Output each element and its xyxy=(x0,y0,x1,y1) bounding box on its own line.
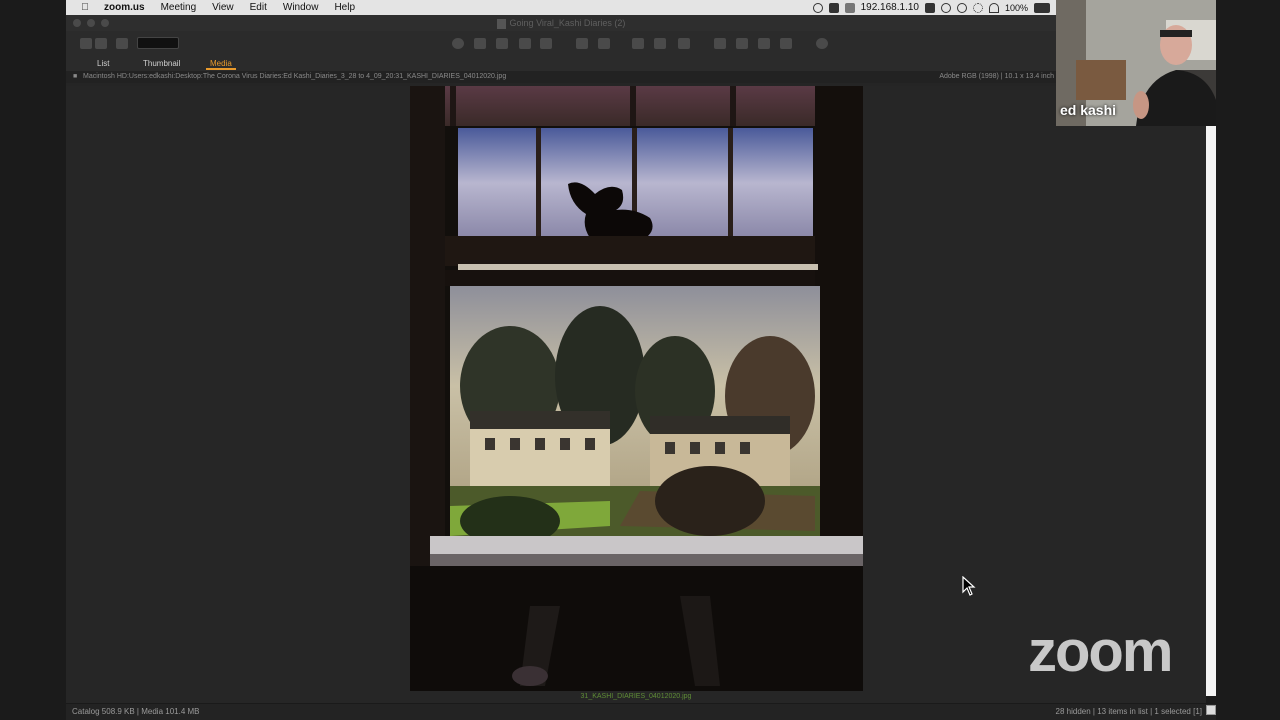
menu-meeting[interactable]: Meeting xyxy=(153,2,205,13)
media-viewer xyxy=(66,86,1206,706)
crop-icon[interactable] xyxy=(714,38,726,49)
s-icon[interactable] xyxy=(828,2,839,13)
view-tabs: List Thumbnail Media xyxy=(66,57,1056,71)
participant-name: ed kashi xyxy=(1060,102,1117,118)
screen:  zoom.us Meeting View Edit Window Help … xyxy=(0,0,1280,720)
image-metadata: Adobe RGB (1998) | 10.1 x 13.4 inch xyxy=(939,73,1054,80)
forward-arrow-icon[interactable] xyxy=(95,38,107,49)
left-black-strip xyxy=(0,0,66,720)
traffic-lights xyxy=(73,19,109,27)
tab-thumbnail[interactable]: Thumbnail xyxy=(143,59,180,68)
mac-menu-bar:  zoom.us Meeting View Edit Window Help … xyxy=(66,0,1056,15)
menu-extras: 192.168.1.10 100% xyxy=(812,2,1056,13)
home-icon[interactable] xyxy=(116,38,128,49)
window-titlebar: Going Viral_Kashi Diaries (2) xyxy=(66,15,1056,31)
photo-illustration xyxy=(410,86,863,691)
document-icon xyxy=(496,18,506,29)
tag-icon[interactable] xyxy=(598,38,610,49)
file-path: Macintosh HD:Users:edkashi:Desktop:The C… xyxy=(83,73,507,80)
battery-icon[interactable] xyxy=(1034,2,1050,13)
chart-icon[interactable] xyxy=(654,38,666,49)
trash-icon[interactable] xyxy=(496,38,508,49)
current-filename: 31_KASHI_DIARIES_04012020.jpg xyxy=(580,693,692,700)
window-title: Going Viral_Kashi Diaries (2) xyxy=(509,18,626,28)
status-bar: Catalog 508.9 KB | Media 101.4 MB 28 hid… xyxy=(66,703,1216,720)
status-icon[interactable] xyxy=(812,2,823,13)
x-icon[interactable] xyxy=(844,2,855,13)
mouse-cursor-icon xyxy=(962,576,976,596)
menu-window[interactable]: Window xyxy=(275,2,327,13)
apple-icon[interactable]:  xyxy=(74,2,96,13)
label-icon[interactable] xyxy=(576,38,588,49)
resize-handle[interactable] xyxy=(1206,705,1216,715)
bluetooth-icon[interactable] xyxy=(972,2,983,13)
stamp-icon[interactable] xyxy=(780,38,792,49)
shield-icon[interactable] xyxy=(924,2,935,13)
menu-view[interactable]: View xyxy=(204,2,242,13)
minimize-button[interactable] xyxy=(87,19,95,27)
path-bar: ■ Macintosh HD:Users:edkashi:Desktop:The… xyxy=(66,71,1056,83)
export-icon[interactable] xyxy=(540,38,552,49)
view-toggle[interactable] xyxy=(137,37,179,49)
pencil-icon[interactable] xyxy=(758,38,770,49)
battery-percent[interactable]: 100% xyxy=(1005,3,1028,13)
menu-edit[interactable]: Edit xyxy=(242,2,275,13)
toolbar xyxy=(66,31,1056,57)
play-icon[interactable] xyxy=(678,38,690,49)
ip-address[interactable]: 192.168.1.10 xyxy=(861,2,919,13)
menu-help[interactable]: Help xyxy=(326,2,363,13)
vertical-scrollbar[interactable] xyxy=(1206,126,1216,696)
wifi-icon[interactable] xyxy=(988,2,999,13)
zoom-watermark-logo: zoom xyxy=(1028,619,1173,684)
tab-list[interactable]: List xyxy=(97,59,109,68)
menu-app-name[interactable]: zoom.us xyxy=(96,2,153,13)
catalog-size: Catalog 508.9 KB | Media 101.4 MB xyxy=(72,707,200,716)
right-black-strip xyxy=(1216,0,1280,720)
media-pro-window: Going Viral_Kashi Diaries (2) List Thumb… xyxy=(66,15,1216,720)
import-icon[interactable] xyxy=(474,38,486,49)
help-icon[interactable] xyxy=(816,38,828,49)
adjust-icon[interactable] xyxy=(736,38,748,49)
participant-video[interactable]: ed kashi xyxy=(1056,0,1216,126)
mail-icon[interactable] xyxy=(519,38,531,49)
slider-icon[interactable] xyxy=(632,38,644,49)
lock-icon: ■ xyxy=(73,73,78,80)
tab-media[interactable]: Media xyxy=(206,59,236,70)
photo-window-view[interactable] xyxy=(410,86,863,691)
selection-status: 28 hidden | 13 items in list | 1 selecte… xyxy=(1055,707,1202,716)
back-arrow-icon[interactable] xyxy=(80,38,92,49)
zoom-button[interactable] xyxy=(101,19,109,27)
clock-icon[interactable] xyxy=(940,2,951,13)
gear-icon[interactable] xyxy=(452,38,464,49)
close-button[interactable] xyxy=(73,19,81,27)
time-machine-icon[interactable] xyxy=(956,2,967,13)
